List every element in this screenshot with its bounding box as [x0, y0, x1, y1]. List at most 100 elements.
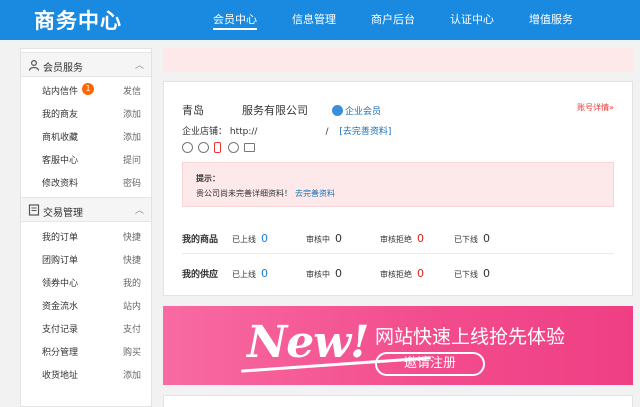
divider [182, 253, 614, 254]
sidebar-item-action[interactable]: 购买 [123, 345, 141, 358]
sidebar-item-action[interactable]: 快捷 [123, 230, 141, 243]
sidebar-item-action[interactable]: 支付 [123, 322, 141, 335]
banner-new-text: New! [247, 317, 369, 368]
stat-value[interactable]: 0 [261, 232, 268, 245]
company-name-prefix: 青岛 [182, 104, 204, 117]
stat-value[interactable]: 0 [483, 267, 490, 280]
nav-merchant-backend[interactable]: 商户后台 [371, 11, 415, 27]
sidebar-item-label[interactable]: 团购订单 [42, 253, 78, 266]
chevron-up-icon[interactable]: ︿ [135, 203, 144, 216]
tip-box: 提示： 贵公司尚未完善详细资料！ 去完善资料 [182, 162, 614, 207]
sidebar-item-points[interactable]: 积分管理 购买 [21, 340, 151, 363]
sidebar-item-label[interactable]: 站内信件 [42, 84, 78, 97]
sidebar-item-group-orders[interactable]: 团购订单 快捷 [21, 248, 151, 271]
qq-icon[interactable] [228, 142, 239, 153]
stat-online[interactable]: 已上线 0 [232, 232, 268, 245]
stats-heading: 我的供应 [182, 270, 219, 280]
sidebar-item-label[interactable]: 客服中心 [42, 153, 78, 166]
stat-label: 已下线 [454, 235, 478, 244]
stat-rejected[interactable]: 审核拒绝 0 [380, 267, 424, 280]
top-nav-bar: 商务中心 会员中心 信息管理 商户后台 认证中心 增值服务 [0, 0, 640, 40]
invite-register-button[interactable]: 邀请注册 [375, 352, 485, 376]
stat-label: 审核中 [306, 270, 330, 279]
sidebar-item-fund-flow[interactable]: 资金流水 站内 [21, 294, 151, 317]
sidebar-item-edit-profile[interactable]: 修改资料 密码 [21, 171, 151, 194]
stat-label: 已上线 [232, 270, 256, 279]
stat-value[interactable]: 0 [335, 232, 342, 245]
banner-headline: 网站快速上线抢先体验 [375, 326, 566, 348]
stat-online[interactable]: 已上线 0 [232, 267, 268, 280]
account-details-link[interactable]: 账号详情» [577, 102, 614, 113]
wechat-icon[interactable] [198, 142, 209, 153]
nav-info-manage[interactable]: 信息管理 [292, 11, 336, 27]
sidebar-item-action[interactable]: 提问 [123, 153, 141, 166]
nav-auth-center[interactable]: 认证中心 [450, 11, 494, 27]
sidebar-item-label[interactable]: 我的订单 [42, 230, 78, 243]
sidebar-item-label[interactable]: 修改资料 [42, 176, 78, 189]
sidebar-item-favorites[interactable]: 商机收藏 添加 [21, 125, 151, 148]
stat-reviewing[interactable]: 审核中 0 [306, 232, 342, 245]
sidebar-item-friends[interactable]: 我的商友 添加 [21, 102, 151, 125]
brand-logo[interactable]: 商务中心 [34, 5, 122, 35]
profile-card: 青岛 服务有限公司 企业会员 账号详情» 企业店铺： http:// / [去完善资… [163, 81, 633, 296]
chevron-up-icon[interactable]: ︿ [135, 58, 144, 71]
sidebar-item-action[interactable]: 站内 [123, 299, 141, 312]
sidebar-item-payments[interactable]: 支付记录 支付 [21, 317, 151, 340]
stat-offline[interactable]: 已下线 0 [454, 267, 490, 280]
stat-label: 已上线 [232, 235, 256, 244]
promo-banner[interactable]: New! 网站快速上线抢先体验 邀请注册 [163, 306, 633, 385]
shop-url-suffix[interactable]: / [325, 127, 328, 137]
sidebar-item-label[interactable]: 商机收藏 [42, 130, 78, 143]
sidebar-section-trade-manage[interactable]: 交易管理 ︿ [21, 197, 151, 222]
document-icon [28, 204, 40, 216]
sidebar-item-label[interactable]: 领券中心 [42, 276, 78, 289]
stat-value[interactable]: 0 [417, 267, 424, 280]
chat-icon[interactable] [182, 142, 193, 153]
stat-rejected[interactable]: 审核拒绝 0 [380, 232, 424, 245]
unread-badge: 1 [82, 83, 94, 95]
section-title: 交易管理 [43, 208, 83, 219]
nav-member-center[interactable]: 会员中心 [213, 11, 257, 30]
notice-strip [163, 48, 633, 72]
sidebar-item-action[interactable]: 我的 [123, 276, 141, 289]
stat-value[interactable]: 0 [335, 267, 342, 280]
stat-value[interactable]: 0 [417, 232, 424, 245]
sidebar-item-messages[interactable]: 站内信件 1 发信 [21, 79, 151, 102]
stat-value[interactable]: 0 [483, 232, 490, 245]
shop-label: 企业店铺： [182, 127, 228, 137]
stat-offline[interactable]: 已下线 0 [454, 232, 490, 245]
company-name-suffix: 服务有限公司 [242, 104, 308, 117]
sidebar-item-label[interactable]: 支付记录 [42, 322, 78, 335]
sidebar-item-service-center[interactable]: 客服中心 提问 [21, 148, 151, 171]
stat-reviewing[interactable]: 审核中 0 [306, 267, 342, 280]
sidebar-item-action[interactable]: 快捷 [123, 253, 141, 266]
member-badge: 企业会员 [332, 104, 381, 117]
sidebar-item-label[interactable]: 我的商友 [42, 107, 78, 120]
sidebar-item-action[interactable]: 添加 [123, 107, 141, 120]
sidebar-item-address[interactable]: 收货地址 添加 [21, 363, 151, 386]
shop-url-line: 企业店铺： http:// / [去完善资料] [182, 124, 391, 137]
section-title: 会员服务 [43, 63, 83, 74]
email-icon[interactable] [244, 143, 255, 152]
sidebar-item-coupons[interactable]: 领券中心 我的 [21, 271, 151, 294]
sidebar-item-action[interactable]: 添加 [123, 368, 141, 381]
complete-profile-link[interactable]: [去完善资料] [339, 127, 391, 137]
stat-value[interactable]: 0 [261, 267, 268, 280]
stat-label: 已下线 [454, 270, 478, 279]
stat-label: 审核拒绝 [380, 235, 412, 244]
sidebar-item-my-orders[interactable]: 我的订单 快捷 [21, 225, 151, 248]
phone-icon[interactable] [214, 142, 221, 153]
sidebar-item-label[interactable]: 收货地址 [42, 368, 78, 381]
nav-value-added[interactable]: 增值服务 [529, 11, 573, 27]
sidebar-section-member-service[interactable]: 会员服务 ︿ [21, 52, 151, 77]
tip-title: 提示： [196, 174, 220, 183]
sidebar-item-label[interactable]: 积分管理 [42, 345, 78, 358]
sidebar-item-action[interactable]: 密码 [123, 176, 141, 189]
tip-complete-link[interactable]: 去完善资料 [295, 189, 335, 198]
member-badge-label: 企业会员 [345, 107, 382, 117]
sidebar-item-label[interactable]: 资金流水 [42, 299, 78, 312]
sidebar-item-action[interactable]: 发信 [123, 84, 141, 97]
sidebar-item-action[interactable]: 添加 [123, 130, 141, 143]
stat-label: 审核拒绝 [380, 270, 412, 279]
shop-url-prefix[interactable]: http:// [230, 127, 258, 137]
